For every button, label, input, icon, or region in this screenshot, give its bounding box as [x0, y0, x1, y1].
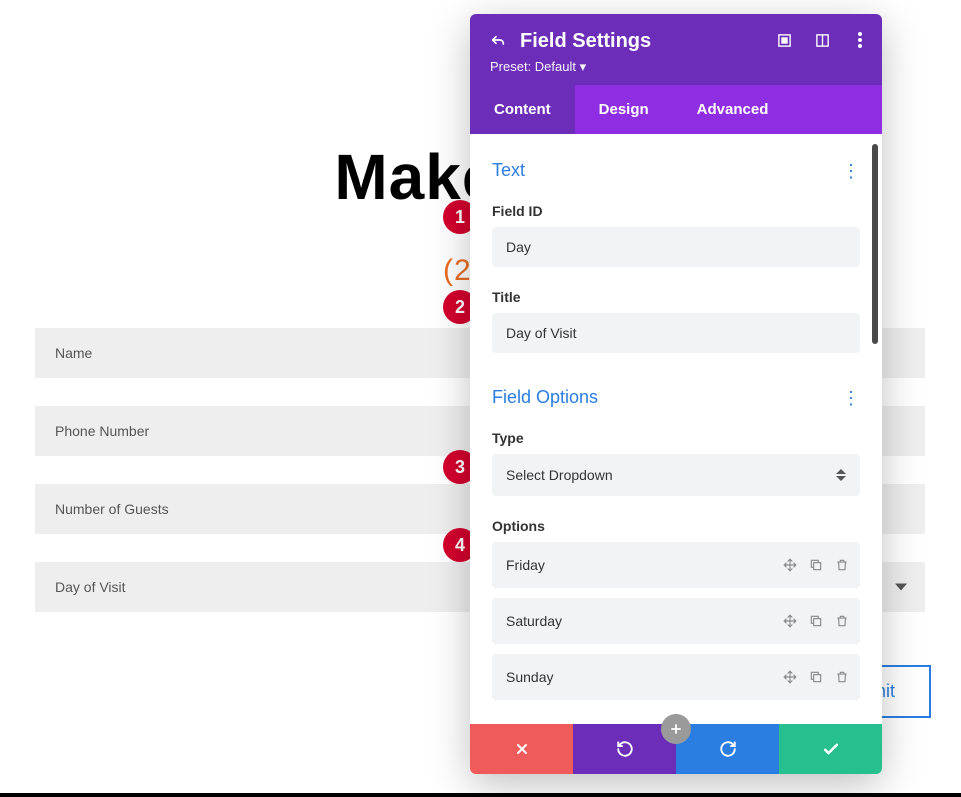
type-label: Type	[492, 430, 860, 446]
tab-advanced[interactable]: Advanced	[673, 85, 793, 134]
section-text-header[interactable]: Text ⋮	[492, 154, 860, 195]
scrollbar[interactable]	[872, 144, 878, 344]
panel-tabs: Content Design Advanced	[470, 85, 882, 134]
expand-icon[interactable]	[776, 32, 792, 48]
title-input[interactable]: Day of Visit	[492, 313, 860, 353]
section-field-options-header[interactable]: Field Options ⋮	[492, 381, 860, 422]
field-id-input[interactable]: Day	[492, 227, 860, 267]
duplicate-icon[interactable]	[808, 557, 824, 573]
kebab-menu-icon[interactable]: ⋮	[842, 389, 860, 407]
option-label: Friday	[506, 557, 545, 573]
chevron-down-icon	[895, 584, 907, 591]
options-label: Options	[492, 518, 860, 534]
panel-header: Field Settings Preset: Default ▾	[470, 14, 882, 85]
option-label: Saturday	[506, 613, 562, 629]
field-id-label: Field ID	[492, 203, 860, 219]
trash-icon[interactable]	[834, 557, 850, 573]
move-icon[interactable]	[782, 669, 798, 685]
kebab-menu-icon[interactable]	[852, 32, 868, 48]
section-field-options-title: Field Options	[492, 387, 598, 408]
field-settings-panel: Field Settings Preset: Default ▾ Content…	[470, 14, 882, 774]
panel-body: Text ⋮ Field ID Day Title Day of Visit F…	[470, 134, 882, 724]
add-option-button[interactable]	[661, 714, 691, 744]
section-text-title: Text	[492, 160, 525, 181]
duplicate-icon[interactable]	[808, 613, 824, 629]
option-row[interactable]: Sunday	[492, 654, 860, 700]
title-label: Title	[492, 289, 860, 305]
trash-icon[interactable]	[834, 613, 850, 629]
duplicate-icon[interactable]	[808, 669, 824, 685]
divider	[0, 793, 961, 797]
guests-placeholder: Number of Guests	[55, 501, 169, 517]
caret-down-icon: ▾	[580, 59, 587, 74]
tab-design[interactable]: Design	[575, 85, 673, 134]
move-icon[interactable]	[782, 557, 798, 573]
trash-icon[interactable]	[834, 669, 850, 685]
phone-placeholder: Phone Number	[55, 423, 149, 439]
layout-icon[interactable]	[814, 32, 830, 48]
kebab-menu-icon[interactable]: ⋮	[842, 162, 860, 180]
day-placeholder: Day of Visit	[55, 579, 126, 595]
panel-title: Field Settings	[520, 30, 651, 53]
option-row[interactable]: Friday	[492, 542, 860, 588]
move-icon[interactable]	[782, 613, 798, 629]
option-label: Sunday	[506, 669, 553, 685]
name-placeholder: Name	[55, 345, 92, 361]
preset-selector[interactable]: Preset: Default ▾	[490, 59, 862, 75]
option-row[interactable]: Saturday	[492, 598, 860, 644]
tab-content[interactable]: Content	[470, 85, 575, 134]
type-select[interactable]: Select Dropdown	[492, 454, 860, 496]
sort-caret-icon	[836, 469, 846, 481]
back-icon[interactable]	[490, 34, 506, 50]
